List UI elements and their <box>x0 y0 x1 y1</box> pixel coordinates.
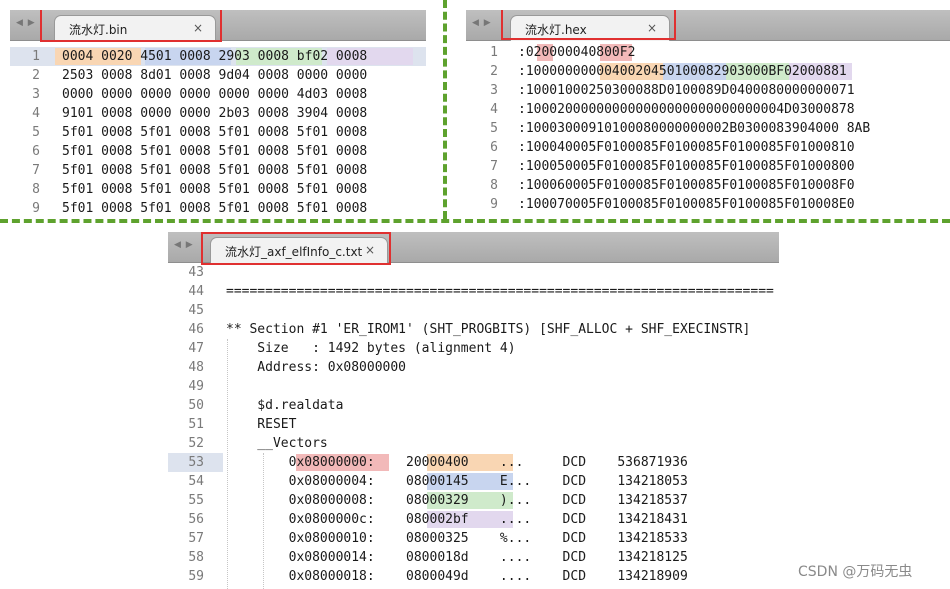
highlight-box <box>501 10 676 40</box>
line-number: 1 <box>490 45 498 60</box>
code-line: 0x08000004: 08000145 E... DCD 134218053 <box>226 474 688 489</box>
line-number: 7 <box>490 159 498 174</box>
tab-nav-arrows-icon[interactable]: ◀ ▶ <box>174 240 194 250</box>
dashed-separator-vertical <box>443 0 447 219</box>
code-line: Size : 1492 bytes (alignment 4) <box>226 341 516 356</box>
code-line: ** Section #1 'ER_IROM1' (SHT_PROGBITS) … <box>226 322 751 337</box>
hex-editor-pane: ◀ ▶ 流水灯.hex × 1:020000040800F2 2:10000000… <box>466 10 950 217</box>
code-line: 0004 0020 4501 0008 2903 0008 bf02 0008 <box>62 49 368 64</box>
line-number: 51 <box>188 417 204 432</box>
line-number: 45 <box>188 303 204 318</box>
code-line: :10003000910100080000000002B030008390400… <box>518 121 871 136</box>
bin-text-area[interactable]: 1 0004 0020 4501 0008 2903 0008 bf02 0008… <box>10 41 426 217</box>
tab-nav-arrows-icon[interactable]: ◀ ▶ <box>472 18 492 28</box>
code-line: __Vectors <box>226 436 328 451</box>
line-number: 48 <box>188 360 204 375</box>
code-line: 5f01 0008 5f01 0008 5f01 0008 5f01 0008 <box>62 144 368 159</box>
code-line: 0x08000018: 0800049d .... DCD 134218909 <box>226 569 688 584</box>
line-number: 52 <box>188 436 204 451</box>
line-number: 46 <box>188 322 204 337</box>
line-number: 6 <box>490 140 498 155</box>
code-line: 0x08000000: 20000400 ... DCD 536871936 <box>226 455 688 470</box>
line-number: 47 <box>188 341 204 356</box>
line-number: 4 <box>490 102 498 117</box>
code-line: ========================================… <box>226 284 774 299</box>
line-number: 9 <box>32 201 40 216</box>
line-number: 50 <box>188 398 204 413</box>
code-line: :020000040800F2 <box>518 45 636 60</box>
elf-editor-pane: ◀ ▶ 流水灯_axf_elfInfo_c.txt × 43 44 ========… <box>168 232 779 589</box>
code-line: $d.realdata <box>226 398 344 413</box>
tab-nav-arrows-icon[interactable]: ◀ ▶ <box>16 18 36 28</box>
code-line: 0x08000014: 0800018d .... DCD 134218125 <box>226 550 688 565</box>
code-line: :100070005F0100085F0100085F0100085F01000… <box>518 197 855 212</box>
line-number: 44 <box>188 284 204 299</box>
code-line: 2503 0008 8d01 0008 9d04 0008 0000 0000 <box>62 68 368 83</box>
code-line: 5f01 0008 5f01 0008 5f01 0008 5f01 0008 <box>62 201 368 216</box>
hex-text-area[interactable]: 1 :020000040800F2 2 :1000000000040020450100… <box>466 41 950 217</box>
line-number: 7 <box>32 163 40 178</box>
code-line: RESET <box>226 417 297 432</box>
line-number: 49 <box>188 379 204 394</box>
code-line: :1000000000040020450100082903000BF020008… <box>518 64 847 79</box>
line-number: 59 <box>188 569 204 584</box>
elf-text-area[interactable]: 43 44 ====================================… <box>168 263 779 589</box>
line-number: 8 <box>32 182 40 197</box>
code-line: :100020000000000000000000000000004D03000… <box>518 102 855 117</box>
line-number: 5 <box>490 121 498 136</box>
line-number: 57 <box>188 531 204 546</box>
line-number: 54 <box>188 474 204 489</box>
code-line: 0x0800000c: 080002bf .... DCD 134218431 <box>226 512 688 527</box>
code-line: 5f01 0008 5f01 0008 5f01 0008 5f01 0008 <box>62 163 368 178</box>
code-line: :100040005F0100085F0100085F0100085F01000… <box>518 140 855 155</box>
watermark: CSDN @万码无虫 <box>798 564 913 580</box>
line-number: 6 <box>32 144 40 159</box>
bin-editor-pane: ◀ ▶ 流水灯.bin × 1 0004 0020 4501 0008 2903 … <box>10 10 426 217</box>
code-line: 0x08000010: 08000325 %... DCD 134218533 <box>226 531 688 546</box>
code-line: :100050005F0100085F0100085F0100085F01000… <box>518 159 855 174</box>
line-number: 5 <box>32 125 40 140</box>
code-line: 0x08000008: 08000329 )... DCD 134218537 <box>226 493 688 508</box>
line-number: 2 <box>490 64 498 79</box>
code-line: 0000 0000 0000 0000 0000 0000 4d03 0008 <box>62 87 368 102</box>
code-line: Address: 0x08000000 <box>226 360 407 375</box>
highlight-box <box>40 10 222 42</box>
line-number: 56 <box>188 512 204 527</box>
dashed-separator-horizontal <box>0 219 950 223</box>
code-line: :10001000250300088D0100089D0400080000000… <box>518 83 855 98</box>
line-number: 1 <box>32 49 40 64</box>
line-number: 3 <box>32 87 40 102</box>
line-number: 58 <box>188 550 204 565</box>
line-number: 43 <box>188 265 204 280</box>
line-number: 53 <box>188 455 204 470</box>
code-line: 9101 0008 0000 0000 2b03 0008 3904 0008 <box>62 106 368 121</box>
line-number: 8 <box>490 178 498 193</box>
line-number: 9 <box>490 197 498 212</box>
code-line: :100060005F0100085F0100085F0100085F01000… <box>518 178 855 193</box>
line-number: 2 <box>32 68 40 83</box>
code-line: 5f01 0008 5f01 0008 5f01 0008 5f01 0008 <box>62 125 368 140</box>
code-line: 5f01 0008 5f01 0008 5f01 0008 5f01 0008 <box>62 182 368 197</box>
line-number: 3 <box>490 83 498 98</box>
line-number: 4 <box>32 106 40 121</box>
highlight-box <box>201 232 391 265</box>
line-number: 55 <box>188 493 204 508</box>
